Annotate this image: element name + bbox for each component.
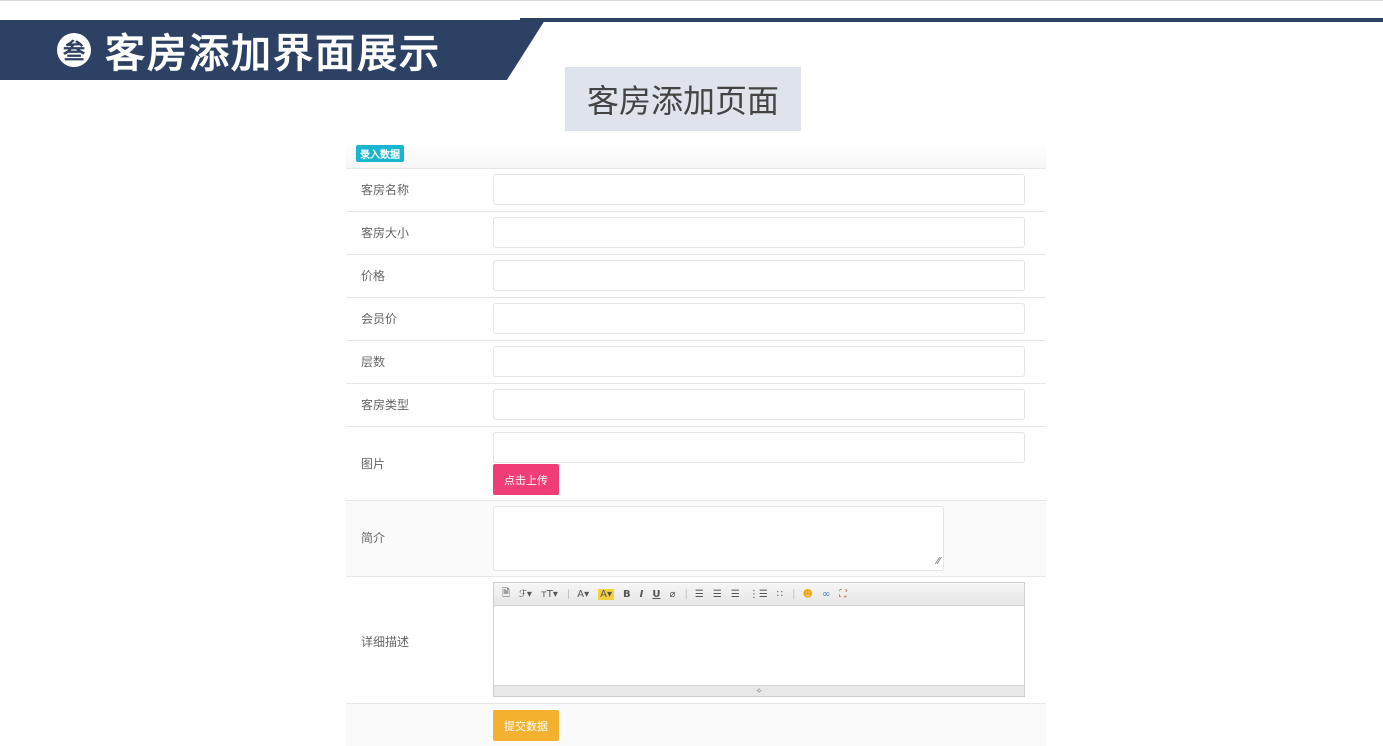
- font-family-icon[interactable]: ℱ▾: [519, 589, 532, 600]
- bold-icon[interactable]: B: [623, 589, 631, 600]
- form-row-submit: 提交数据: [346, 703, 1046, 746]
- font-size-icon[interactable]: тT▾: [541, 589, 558, 600]
- field-label: 层数: [361, 355, 386, 369]
- underline-icon[interactable]: U: [652, 589, 660, 600]
- field-label: 详细描述: [361, 635, 410, 649]
- rich-text-editor[interactable]: 🗎 ℱ▾ тT▾ | A▾ A▾ B I U ⌀ | ☰ ☰ ☰ ⋮☰ ∷ | …: [493, 582, 1025, 697]
- field-label: 客房类型: [361, 398, 410, 412]
- form-row-floors: 层数: [346, 340, 1046, 383]
- font-color-icon[interactable]: A▾: [577, 589, 589, 600]
- form-row-member-price: 会员价: [346, 297, 1046, 340]
- link-icon[interactable]: ∞: [822, 589, 830, 600]
- field-label: 图片: [361, 457, 386, 471]
- entry-badge: 录入数据: [356, 145, 404, 162]
- source-icon[interactable]: 🗎: [502, 586, 510, 603]
- intro-textarea[interactable]: ⁄⁄: [493, 506, 944, 571]
- top-divider: [0, 0, 1383, 1]
- editor-resize-bar[interactable]: ⟡: [494, 685, 1024, 696]
- room-size-input[interactable]: [493, 217, 1025, 248]
- image-path-input[interactable]: [493, 432, 1025, 463]
- ordered-list-icon[interactable]: ⋮☰: [749, 589, 768, 600]
- align-right-icon[interactable]: ☰: [731, 589, 740, 600]
- fullscreen-icon[interactable]: ⛶: [839, 589, 846, 600]
- room-name-input[interactable]: [493, 174, 1025, 205]
- field-label: 价格: [361, 269, 386, 283]
- emoticon-icon[interactable]: ☻: [803, 589, 813, 600]
- form-row-room-name: 客房名称: [346, 168, 1046, 211]
- submit-button[interactable]: 提交数据: [493, 710, 559, 741]
- price-input[interactable]: [493, 260, 1025, 291]
- form-row-room-size: 客房大小: [346, 211, 1046, 254]
- room-add-form: 录入数据 客房名称 客房大小 价格 会员价 层数 客房类型 图片 点击上传 简介…: [346, 140, 1046, 746]
- form-row-detail: 详细描述 🗎 ℱ▾ тT▾ | A▾ A▾ B I U ⌀ | ☰ ☰ ☰ ⋮☰…: [346, 576, 1046, 703]
- member-price-input[interactable]: [493, 303, 1025, 334]
- toolbar-separator: |: [792, 588, 796, 600]
- form-row-intro: 简介 ⁄⁄: [346, 500, 1046, 576]
- page-subtitle: 客房添加页面: [565, 67, 801, 131]
- highlight-icon[interactable]: A▾: [598, 588, 615, 600]
- field-label: 客房大小: [361, 226, 410, 240]
- section-number-icon: 叁: [57, 33, 91, 67]
- resize-grip-icon[interactable]: ⁄⁄: [937, 556, 940, 567]
- form-row-image: 图片 点击上传: [346, 426, 1046, 500]
- form-header: 录入数据: [346, 140, 1046, 168]
- room-type-input[interactable]: [493, 389, 1025, 420]
- unordered-list-icon[interactable]: ∷: [777, 589, 783, 600]
- field-label: 客房名称: [361, 183, 410, 197]
- form-row-price: 价格: [346, 254, 1046, 297]
- clear-format-icon[interactable]: ⌀: [670, 589, 676, 600]
- editor-toolbar: 🗎 ℱ▾ тT▾ | A▾ A▾ B I U ⌀ | ☰ ☰ ☰ ⋮☰ ∷ | …: [494, 583, 1024, 606]
- toolbar-separator: |: [566, 588, 571, 600]
- form-row-room-type: 客房类型: [346, 383, 1046, 426]
- align-center-icon[interactable]: ☰: [713, 589, 722, 600]
- align-left-icon[interactable]: ☰: [695, 589, 704, 600]
- field-label: 简介: [361, 531, 386, 545]
- header-rule: [520, 18, 1383, 22]
- floors-input[interactable]: [493, 346, 1025, 377]
- upload-button[interactable]: 点击上传: [493, 464, 559, 495]
- section-banner: 叁 客房添加界面展示: [0, 20, 545, 80]
- italic-icon[interactable]: I: [640, 589, 644, 600]
- toolbar-separator: |: [684, 588, 688, 600]
- field-label: 会员价: [361, 312, 398, 326]
- banner-title: 客房添加界面展示: [105, 31, 441, 77]
